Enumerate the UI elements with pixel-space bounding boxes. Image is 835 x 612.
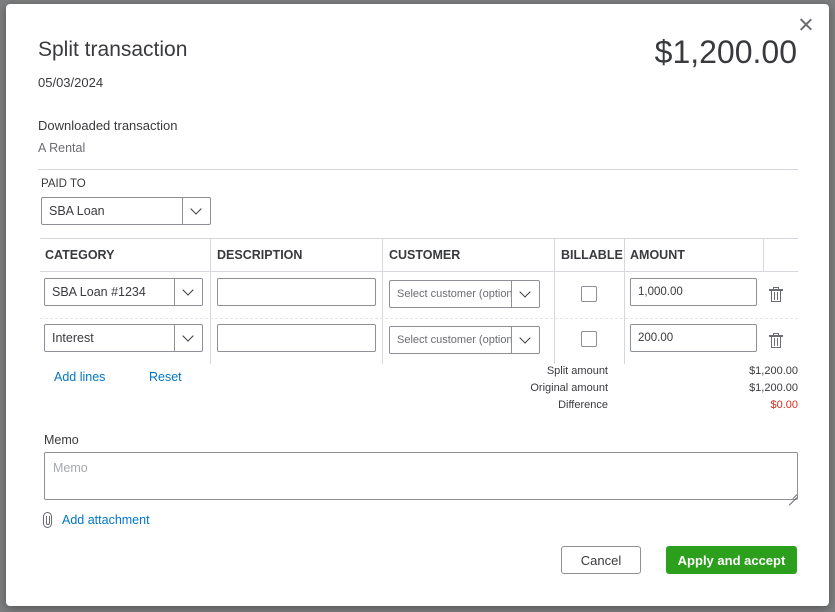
table-header: CATEGORY DESCRIPTION CUSTOMER BILLABLE A… bbox=[40, 238, 798, 272]
trash-icon[interactable] bbox=[769, 287, 783, 303]
column-separator bbox=[382, 238, 383, 364]
billable-checkbox-row-2[interactable] bbox=[581, 331, 597, 347]
add-lines-link[interactable]: Add lines bbox=[54, 370, 105, 384]
amount-input-row-1[interactable] bbox=[630, 278, 757, 306]
customer-placeholder: Select customer (optional) bbox=[397, 288, 512, 300]
billable-checkbox-row-1[interactable] bbox=[581, 286, 597, 302]
paid-to-label: PAID TO bbox=[41, 178, 86, 190]
split-amount-label: Split amount bbox=[546, 365, 608, 377]
chevron-down-icon[interactable] bbox=[174, 325, 202, 351]
transaction-date: 05/03/2024 bbox=[38, 75, 104, 90]
memo-textarea[interactable] bbox=[44, 452, 798, 500]
chevron-down-icon[interactable] bbox=[182, 198, 210, 224]
description-input-row-1[interactable] bbox=[217, 278, 376, 306]
column-separator bbox=[624, 238, 625, 364]
column-separator bbox=[554, 238, 555, 364]
column-separator bbox=[763, 238, 764, 272]
resize-handle-icon[interactable] bbox=[788, 489, 797, 498]
customer-select-row-1[interactable]: Select customer (optional) bbox=[389, 280, 540, 308]
description-input-row-2[interactable] bbox=[217, 324, 376, 352]
col-billable: BILLABLE bbox=[561, 248, 623, 262]
original-amount-value: $1,200.00 bbox=[749, 382, 798, 394]
trash-icon[interactable] bbox=[769, 333, 783, 349]
category-select-row-2[interactable]: Interest bbox=[44, 324, 203, 352]
amount-input-row-2[interactable] bbox=[630, 324, 757, 352]
chevron-down-icon[interactable] bbox=[511, 281, 539, 307]
paid-to-value: SBA Loan bbox=[49, 204, 105, 218]
downloaded-transaction-value: A Rental bbox=[38, 141, 86, 155]
original-amount-label: Original amount bbox=[530, 382, 608, 394]
transaction-total: $1,200.00 bbox=[654, 34, 797, 70]
col-description: DESCRIPTION bbox=[217, 248, 303, 262]
customer-placeholder: Select customer (optional) bbox=[397, 334, 512, 346]
chevron-down-icon[interactable] bbox=[511, 327, 539, 353]
memo-label: Memo bbox=[44, 433, 79, 447]
difference-value: $0.00 bbox=[770, 399, 798, 411]
add-attachment-link[interactable]: Add attachment bbox=[62, 513, 150, 527]
col-customer: CUSTOMER bbox=[389, 248, 461, 262]
difference-label: Difference bbox=[558, 399, 608, 411]
category-value: Interest bbox=[52, 331, 94, 345]
column-separator bbox=[210, 238, 211, 364]
category-value: SBA Loan #1234 bbox=[52, 285, 146, 299]
downloaded-transaction-label: Downloaded transaction bbox=[38, 118, 178, 133]
divider bbox=[38, 169, 798, 170]
chevron-down-icon[interactable] bbox=[174, 279, 202, 305]
row-divider bbox=[40, 318, 798, 319]
reset-link[interactable]: Reset bbox=[149, 370, 182, 384]
customer-select-row-2[interactable]: Select customer (optional) bbox=[389, 326, 540, 354]
split-amount-value: $1,200.00 bbox=[749, 365, 798, 377]
paperclip-icon bbox=[43, 512, 52, 528]
cancel-button[interactable]: Cancel bbox=[561, 546, 641, 574]
close-icon[interactable] bbox=[797, 16, 815, 34]
category-select-row-1[interactable]: SBA Loan #1234 bbox=[44, 278, 203, 306]
col-category: CATEGORY bbox=[45, 248, 115, 262]
page-title: Split transaction bbox=[38, 38, 188, 61]
col-amount: AMOUNT bbox=[630, 248, 685, 262]
apply-and-accept-button[interactable]: Apply and accept bbox=[666, 546, 797, 574]
paid-to-select[interactable]: SBA Loan bbox=[41, 197, 211, 225]
split-transaction-modal: Split transaction 05/03/2024 $1,200.00 D… bbox=[6, 4, 829, 606]
